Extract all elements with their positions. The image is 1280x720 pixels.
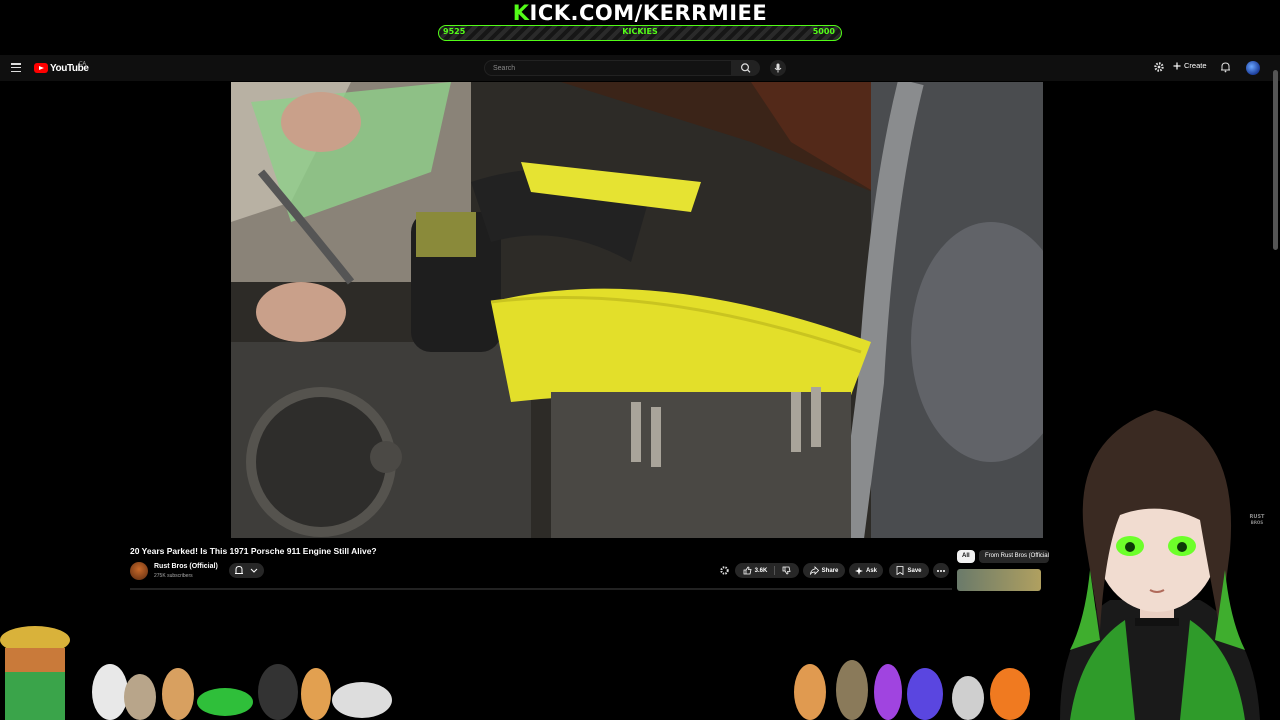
thumbs-up-icon <box>743 566 752 575</box>
video-frame-engine-bay <box>231 82 1043 538</box>
vtuber-avatar <box>1030 400 1280 720</box>
account-avatar[interactable] <box>1246 61 1260 75</box>
ask-label: Ask <box>865 567 877 574</box>
create-label: Create <box>1184 61 1207 70</box>
kick-overlay-banner: KICK.COM/KERRMIEE 9525 KICKIES 5000 <box>0 0 1280 54</box>
subscriber-count: 275K subscribers <box>154 573 193 579</box>
save-label: Save <box>907 567 922 574</box>
like-dislike-group: 3.6K <box>735 563 799 578</box>
plus-icon <box>1173 62 1181 69</box>
bell-icon <box>235 565 258 574</box>
content-divider <box>130 588 952 590</box>
microphone-icon <box>774 63 782 73</box>
like-button[interactable]: 3.6K <box>743 566 768 575</box>
kickies-label: KICKIES <box>622 27 658 36</box>
ask-button[interactable]: Ask <box>849 563 883 578</box>
youtube-masthead: YouTube CA Search Create <box>0 55 1280 81</box>
subscription-bell-button[interactable] <box>229 563 264 578</box>
channel-avatar[interactable] <box>130 562 148 580</box>
sparkle-settings-button[interactable] <box>1153 61 1165 73</box>
ai-sparkle-button[interactable] <box>719 565 730 576</box>
notifications-button[interactable] <box>1220 61 1231 73</box>
menu-icon[interactable] <box>11 63 21 73</box>
share-button[interactable]: Share <box>803 563 845 578</box>
like-count: 3.6K <box>754 567 768 574</box>
search-button[interactable] <box>732 60 760 76</box>
cat-stickers-right <box>790 650 1040 720</box>
bell-icon <box>1221 62 1230 73</box>
cat-stickers-left <box>0 612 410 720</box>
scrollbar-thumb[interactable] <box>1273 70 1278 250</box>
anime-character-illustration <box>1060 410 1260 720</box>
recommended-video-thumbnail[interactable] <box>957 569 1041 591</box>
video-title: 20 Years Parked! Is This 1971 Porsche 91… <box>130 546 377 556</box>
youtube-play-icon <box>34 63 48 73</box>
gear-icon <box>720 566 729 575</box>
kickies-progress-bar: 9525 KICKIES 5000 <box>438 25 842 41</box>
voice-search-button[interactable] <box>770 60 786 76</box>
kick-url-rest: ICK.COM/KERRMIEE <box>529 1 768 25</box>
region-code: CA <box>79 61 86 67</box>
video-player[interactable] <box>231 82 1043 538</box>
sticker-cats-illustration-right <box>794 660 1030 720</box>
save-button[interactable]: Save <box>889 563 929 578</box>
create-button[interactable]: Create <box>1173 61 1207 70</box>
sticker-cats-illustration <box>0 626 392 720</box>
kick-url-title: KICK.COM/KERRMIEE <box>0 1 1280 25</box>
more-horizontal-icon <box>937 569 945 572</box>
kick-k-letter: K <box>512 1 530 25</box>
bookmark-icon <box>897 566 904 575</box>
dislike-button[interactable] <box>782 566 791 575</box>
more-actions-button[interactable] <box>933 563 949 578</box>
share-icon <box>809 566 819 575</box>
gear-icon <box>1154 62 1164 72</box>
share-label: Share <box>821 567 839 574</box>
chip-all[interactable]: All <box>957 550 975 563</box>
search-input[interactable]: Search <box>484 60 732 76</box>
search-icon <box>741 63 751 73</box>
thumbs-down-icon <box>782 566 791 575</box>
sparkle-icon <box>854 566 863 575</box>
channel-name[interactable]: Rust Bros (Official) <box>154 563 218 570</box>
kickies-goal-value: 5000 <box>812 27 835 36</box>
